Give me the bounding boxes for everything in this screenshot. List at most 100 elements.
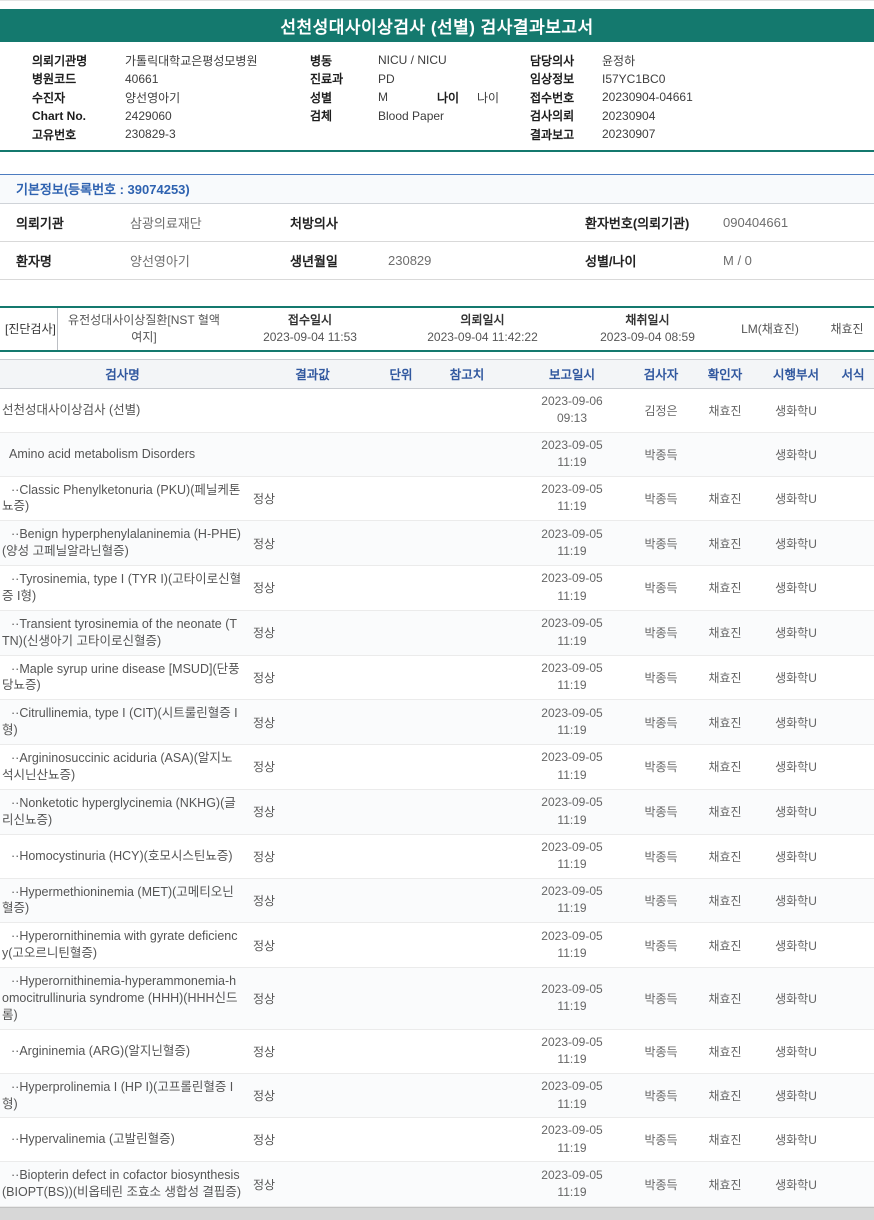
basic-info-row: 의뢰기관 삼광의료재단 처방의사 환자번호(의뢰기관) 090404661 <box>0 204 874 242</box>
field-label: 검체 <box>310 109 333 124</box>
datetime-label: 채취일시 <box>625 313 670 328</box>
result-row[interactable]: ··Classic Phenylketonuria (PKU)(페닐케톤뇨증) 정… <box>0 477 874 522</box>
field-value: 2429060 <box>125 108 172 123</box>
result-value: 정상 <box>253 626 276 641</box>
result-value: 정상 <box>253 805 276 820</box>
column-header: 검사자 <box>643 368 679 382</box>
datetime-value: 2023-09-04 08:59 <box>600 329 695 344</box>
report-time: 11:19 <box>557 1052 587 1067</box>
examiner-name: 박종득 <box>644 938 678 953</box>
department-name: 생화학U <box>775 1177 817 1192</box>
column-header: 결과값 <box>295 368 330 382</box>
field-label: 환자번호(의뢰기관) <box>585 215 690 231</box>
column-header: 검사명 <box>105 368 140 382</box>
report-date: 2023-09-05 <box>541 616 603 631</box>
field-label: 나이 <box>437 90 460 105</box>
column-header: 시행부서 <box>772 368 819 382</box>
field-value: 윤정하 <box>602 53 636 68</box>
info-row: 접수번호 20230904-04661 <box>530 88 874 107</box>
report-datetime: 2023-09-05 11:19 <box>512 526 632 561</box>
info-row: 수진자 양선영아기 <box>32 88 310 107</box>
result-row[interactable]: ··Hypervalinemia (고발린혈증) 정상 2023-09-05 11:1… <box>0 1118 874 1163</box>
examiner-name: 박종득 <box>644 447 678 462</box>
report-date: 2023-09-05 <box>541 1123 603 1138</box>
report-datetime: 2023-09-05 11:19 <box>512 481 632 516</box>
confirmer-name: 채효진 <box>708 991 742 1006</box>
report-date: 2023-09-05 <box>541 1079 603 1094</box>
department-name: 생화학U <box>775 536 817 551</box>
report-datetime: 2023-09-05 11:19 <box>512 1034 632 1069</box>
test-name: ··Hyperornithinemia with gyrate deficien… <box>2 929 238 961</box>
confirmer-name: 채효진 <box>708 403 742 418</box>
result-value: 정상 <box>253 1044 276 1059</box>
result-row[interactable]: ··Tyrosinemia, type I (TYR I)(고타이로신혈증 I형… <box>0 566 874 611</box>
result-row[interactable]: ··Biopterin defect in cofactor biosynthe… <box>0 1162 874 1208</box>
column-header: 단위 <box>389 368 413 382</box>
result-value: 정상 <box>253 581 276 596</box>
confirmer-name: 채효진 <box>708 893 742 908</box>
confirmer-name: 채효진 <box>708 1133 742 1148</box>
department-name: 생화학U <box>775 805 817 820</box>
field-value: NICU / NICU <box>378 53 447 68</box>
test-name: ··Nonketotic hyperglycinemia (NKHG)(글리신뇨… <box>2 795 236 827</box>
result-row[interactable]: ··Transient tyrosinemia of the neonate (… <box>0 610 874 656</box>
field-label: 병원코드 <box>32 72 77 87</box>
test-name: ··Tyrosinemia, type I (TYR I)(고타이로신혈증 I형… <box>2 572 242 603</box>
report-time: 11:19 <box>557 588 587 603</box>
examiner-name: 박종득 <box>644 536 678 551</box>
report-datetime: 2023-09-05 11:19 <box>512 928 632 963</box>
patient-info-column-right: 담당의사 윤정하 임상정보 I57YC1BC0 접수번호 20230904-04661 검사… <box>530 51 874 144</box>
department-name: 생화학U <box>775 849 817 864</box>
report-datetime: 2023-09-05 11:19 <box>512 1122 632 1157</box>
examiner-name: 박종득 <box>644 581 678 596</box>
result-row[interactable]: ··Benign hyperphenylalaninemia (H-PHE)(양… <box>0 521 874 566</box>
field-label: 의뢰기관명 <box>32 53 88 68</box>
result-value: 정상 <box>253 1133 276 1148</box>
department-name: 생화학U <box>775 1044 817 1059</box>
result-row[interactable]: ··Nonketotic hyperglycinemia (NKHG)(글리신뇨… <box>0 789 874 835</box>
report-date: 2023-09-05 <box>541 660 603 675</box>
confirmer-name: 채효진 <box>708 760 742 775</box>
test-name: ··Homocystinuria (HCY)(호모시스틴뇨증) <box>11 848 233 863</box>
diagnosis-datetimes: 접수일시 2023-09-04 11:53 의뢰일시 2023-09-04 11:42… <box>230 312 720 344</box>
result-row[interactable]: ··Hyperprolinemia I (HP I)(고프롤린혈증 I형) 정상 2… <box>0 1073 874 1119</box>
result-row[interactable]: ··Citrullinemia, type I (CIT)(시트룰린혈증 I형)… <box>0 700 874 745</box>
column-header: 참고치 <box>449 368 485 382</box>
patient-info-column-left: 의뢰기관명 가톨릭대학교은평성모병원 병원코드 40661 수진자 양선영아기 Chart … <box>32 51 310 144</box>
confirmer-name: 채효진 <box>708 1044 742 1059</box>
result-row[interactable]: Amino acid metabolism Disorders 2023-09-0… <box>0 432 874 477</box>
test-name: ··Maple syrup urine disease [MSUD](단풍당뇨증… <box>2 661 240 693</box>
result-row[interactable]: ··Argininosuccinic aciduria (ASA)(알지노석시닌… <box>0 745 874 790</box>
report-datetime: 2023-09-05 11:19 <box>512 1078 632 1113</box>
test-name: ··Hypermethioninemia (MET)(고메티오닌혈증) <box>2 884 234 916</box>
info-row: 담당의사 윤정하 <box>530 51 874 70</box>
result-row[interactable]: ··Maple syrup urine disease [MSUD](단풍당뇨증… <box>0 656 874 701</box>
examiner-name: 박종득 <box>644 491 678 506</box>
result-row[interactable]: 선천성대사이상검사 (선별) 2023-09-06 09:13 김정은 채효진 생화학U <box>0 389 874 433</box>
report-time: 11:19 <box>557 678 587 693</box>
report-date: 2023-09-06 <box>541 393 603 408</box>
department-name: 생화학U <box>775 403 817 418</box>
field-label: 고유번호 <box>32 127 77 142</box>
report-time: 11:19 <box>557 812 587 827</box>
result-row[interactable]: ··Argininemia (ARG)(알지닌혈증) 정상 2023-09-05 11… <box>0 1030 874 1074</box>
basic-info-row: 환자명 양선영아기 생년월일 230829 성별/나이 M / 0 <box>0 242 874 280</box>
diagnosis-test-group: 유전성대사이상질환[NST 혈액 여지] <box>68 313 220 344</box>
result-row[interactable]: ··Hypermethioninemia (MET)(고메티오닌혈증) 정상 202… <box>0 878 874 924</box>
result-row[interactable]: ··Hyperornithinemia-hyperammonemia-homoc… <box>0 968 874 1030</box>
result-row[interactable]: ··Homocystinuria (HCY)(호모시스틴뇨증) 정상 2023-09… <box>0 835 874 879</box>
patient-info-section: 의뢰기관명 가톨릭대학교은평성모병원 병원코드 40661 수진자 양선영아기 Chart … <box>0 42 874 150</box>
column-header: 보고일시 <box>548 368 595 382</box>
field-value: 가톨릭대학교은평성모병원 <box>125 53 258 68</box>
test-name: ··Transient tyrosinemia of the neonate (… <box>2 616 238 648</box>
report-date: 2023-09-05 <box>541 481 603 496</box>
field-value: 230829 <box>388 252 432 268</box>
report-datetime: 2023-09-05 11:19 <box>512 794 632 829</box>
basic-info-header: 기본정보(등록번호 : 39074253) <box>0 173 874 204</box>
confirmer-name: 채효진 <box>708 670 742 685</box>
examiner-name: 박종득 <box>644 805 678 820</box>
examiner-name: 박종득 <box>644 1044 678 1059</box>
result-row[interactable]: ··Hyperornithinemia with gyrate deficien… <box>0 923 874 968</box>
examiner-name: 김정은 <box>644 403 678 418</box>
field-value: 230829-3 <box>125 127 176 142</box>
